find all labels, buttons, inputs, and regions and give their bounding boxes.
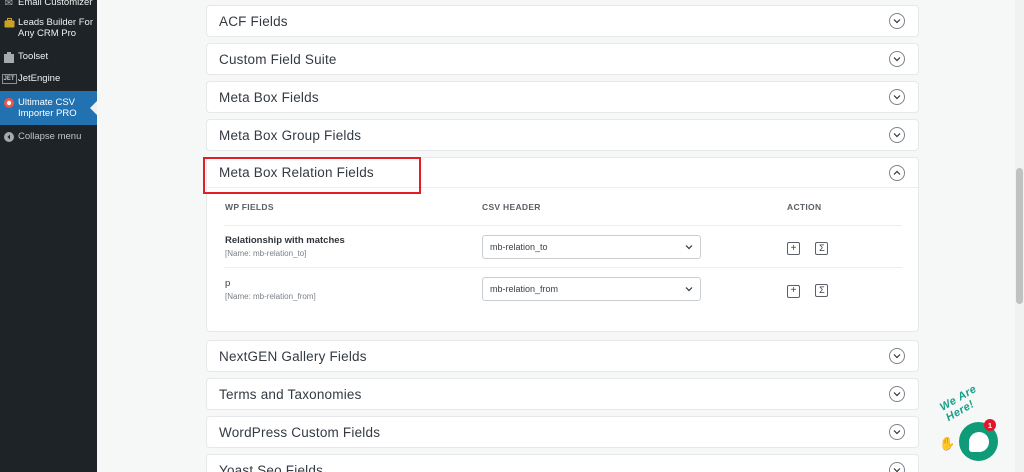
sidebar-item-email-customizer[interactable]: ✉ Email Customizer bbox=[0, 0, 97, 11]
add-icon[interactable]: + bbox=[787, 242, 800, 255]
wp-field-key: [Name: mb-relation_to] bbox=[225, 249, 307, 258]
section-yoast-seo-fields[interactable]: Yoast Seo Fields bbox=[206, 454, 919, 472]
chevron-down-icon bbox=[685, 287, 693, 292]
section-title: WordPress Custom Fields bbox=[219, 424, 381, 440]
mail-icon: ✉ bbox=[4, 0, 14, 9]
wave-hand-icon: ✋ bbox=[939, 436, 956, 451]
sidebar-item-toolset[interactable]: Toolset bbox=[0, 51, 97, 65]
table-row: Relationship with matches [Name: mb-rela… bbox=[224, 226, 902, 268]
sidebar-item-collapse-menu[interactable]: Collapse menu bbox=[0, 131, 97, 145]
section-title: Meta Box Relation Fields bbox=[219, 165, 374, 180]
section-terms-and-taxonomies[interactable]: Terms and Taxonomies bbox=[206, 378, 919, 410]
section-title: Custom Field Suite bbox=[219, 51, 337, 67]
formula-icon[interactable]: Σ bbox=[815, 284, 829, 297]
notification-badge: 1 bbox=[984, 419, 996, 431]
jet-icon: JET bbox=[1, 74, 17, 84]
sidebar-item-leads-builder[interactable]: Leads Builder For Any CRM Pro bbox=[0, 17, 97, 43]
sidebar-item-ultimate-csv-importer[interactable]: Ultimate CSV Importer PRO bbox=[0, 91, 97, 125]
sidebar-item-jetengine[interactable]: JET JetEngine bbox=[0, 73, 97, 87]
chevron-down-icon[interactable] bbox=[889, 424, 905, 440]
section-custom-field-suite[interactable]: Custom Field Suite bbox=[206, 43, 919, 75]
main-content: ACF Fields Custom Field Suite Meta Box F… bbox=[97, 0, 1024, 472]
chevron-up-icon[interactable] bbox=[889, 164, 905, 181]
chevron-down-icon[interactable] bbox=[889, 348, 905, 364]
chevron-down-icon[interactable] bbox=[889, 13, 905, 29]
admin-sidebar: ✉ Email Customizer Leads Builder For Any… bbox=[0, 0, 97, 472]
chevron-down-icon[interactable] bbox=[889, 386, 905, 402]
collapse-icon bbox=[3, 131, 15, 143]
section-meta-box-fields[interactable]: Meta Box Fields bbox=[206, 81, 919, 113]
wp-field-key: [Name: mb-relation_from] bbox=[225, 291, 316, 301]
section-meta-box-relation-fields: Meta Box Relation Fields WP FIELDS CSV H… bbox=[203, 157, 919, 332]
chevron-down-icon bbox=[685, 244, 693, 249]
toolset-icon bbox=[3, 51, 15, 63]
section-title: Yoast Seo Fields bbox=[219, 462, 324, 472]
section-title: NextGEN Gallery Fields bbox=[219, 348, 367, 364]
section-header[interactable]: Meta Box Relation Fields bbox=[207, 158, 918, 188]
section-title: ACF Fields bbox=[219, 13, 288, 29]
chat-widget[interactable]: We Are Here! ✋ 1 bbox=[938, 383, 1018, 468]
briefcase-icon bbox=[3, 17, 15, 29]
csv-header-select[interactable]: mb-relation_to bbox=[482, 234, 701, 259]
chevron-down-icon[interactable] bbox=[889, 462, 905, 472]
formula-icon[interactable]: Σ bbox=[815, 241, 829, 255]
csv-importer-icon bbox=[3, 97, 15, 109]
chevron-down-icon[interactable] bbox=[889, 51, 905, 67]
chevron-down-icon[interactable] bbox=[889, 89, 905, 105]
add-icon[interactable]: + bbox=[787, 284, 800, 298]
scrollbar-thumb[interactable] bbox=[1016, 168, 1023, 304]
relation-fields-table: WP FIELDS CSV HEADER ACTION Relationship… bbox=[207, 188, 918, 310]
section-title: Meta Box Group Fields bbox=[219, 127, 362, 143]
section-nextgen-gallery-fields[interactable]: NextGEN Gallery Fields bbox=[206, 340, 919, 372]
section-meta-box-group-fields[interactable]: Meta Box Group Fields bbox=[206, 119, 919, 151]
table-row: p [Name: mb-relation_from] mb-relation_f… bbox=[224, 268, 902, 310]
section-acf-fields[interactable]: ACF Fields bbox=[206, 5, 919, 37]
wp-field-name: p bbox=[225, 277, 231, 289]
section-title: Terms and Taxonomies bbox=[219, 386, 362, 402]
table-header: WP FIELDS CSV HEADER ACTION bbox=[224, 188, 902, 226]
chevron-down-icon[interactable] bbox=[889, 127, 905, 143]
wp-field-name: Relationship with matches bbox=[225, 235, 345, 246]
csv-header-select[interactable]: mb-relation_from bbox=[482, 277, 701, 301]
section-wordpress-custom-fields[interactable]: WordPress Custom Fields bbox=[206, 416, 919, 448]
section-title: Meta Box Fields bbox=[219, 89, 319, 105]
